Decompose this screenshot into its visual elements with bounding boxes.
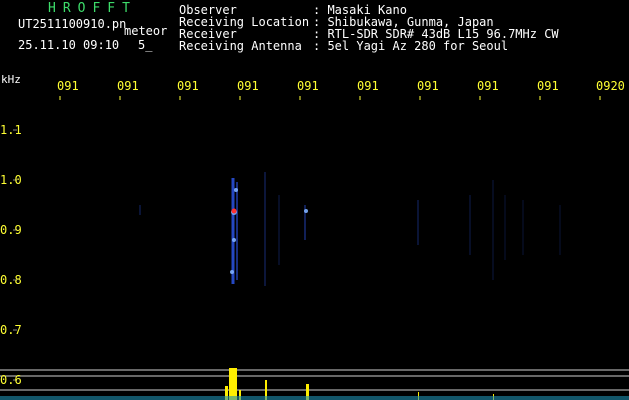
freq-tick: 0.9 bbox=[0, 223, 22, 237]
noise-baseline bbox=[0, 396, 629, 400]
echo-spot bbox=[232, 238, 236, 242]
echo-peak-spot bbox=[231, 208, 237, 214]
signal-strength-bar bbox=[229, 368, 237, 400]
time-tick: 091 bbox=[417, 79, 439, 93]
echo-spot bbox=[234, 188, 238, 192]
freq-unit-label: kHz bbox=[1, 73, 21, 86]
freq-tick: 0.8 bbox=[0, 273, 22, 287]
freq-tick: 0.7 bbox=[0, 323, 22, 337]
time-tick: 091 bbox=[537, 79, 559, 93]
time-tick: 091 bbox=[297, 79, 319, 93]
echo-spot bbox=[304, 209, 308, 213]
freq-tick: 0.6 bbox=[0, 373, 22, 387]
time-tick: 091 bbox=[237, 79, 259, 93]
time-tick: 091 bbox=[177, 79, 199, 93]
time-tick: 091 bbox=[117, 79, 139, 93]
time-tick: 091 bbox=[57, 79, 79, 93]
freq-tick: 1.0 bbox=[0, 173, 22, 187]
time-tick: 091 bbox=[357, 79, 379, 93]
spectrogram-plot bbox=[0, 96, 629, 400]
freq-tick: 1.1 bbox=[0, 123, 22, 137]
time-tick: 091 bbox=[477, 79, 499, 93]
echo-spot bbox=[230, 270, 234, 274]
time-tick: 0920 bbox=[596, 79, 625, 93]
